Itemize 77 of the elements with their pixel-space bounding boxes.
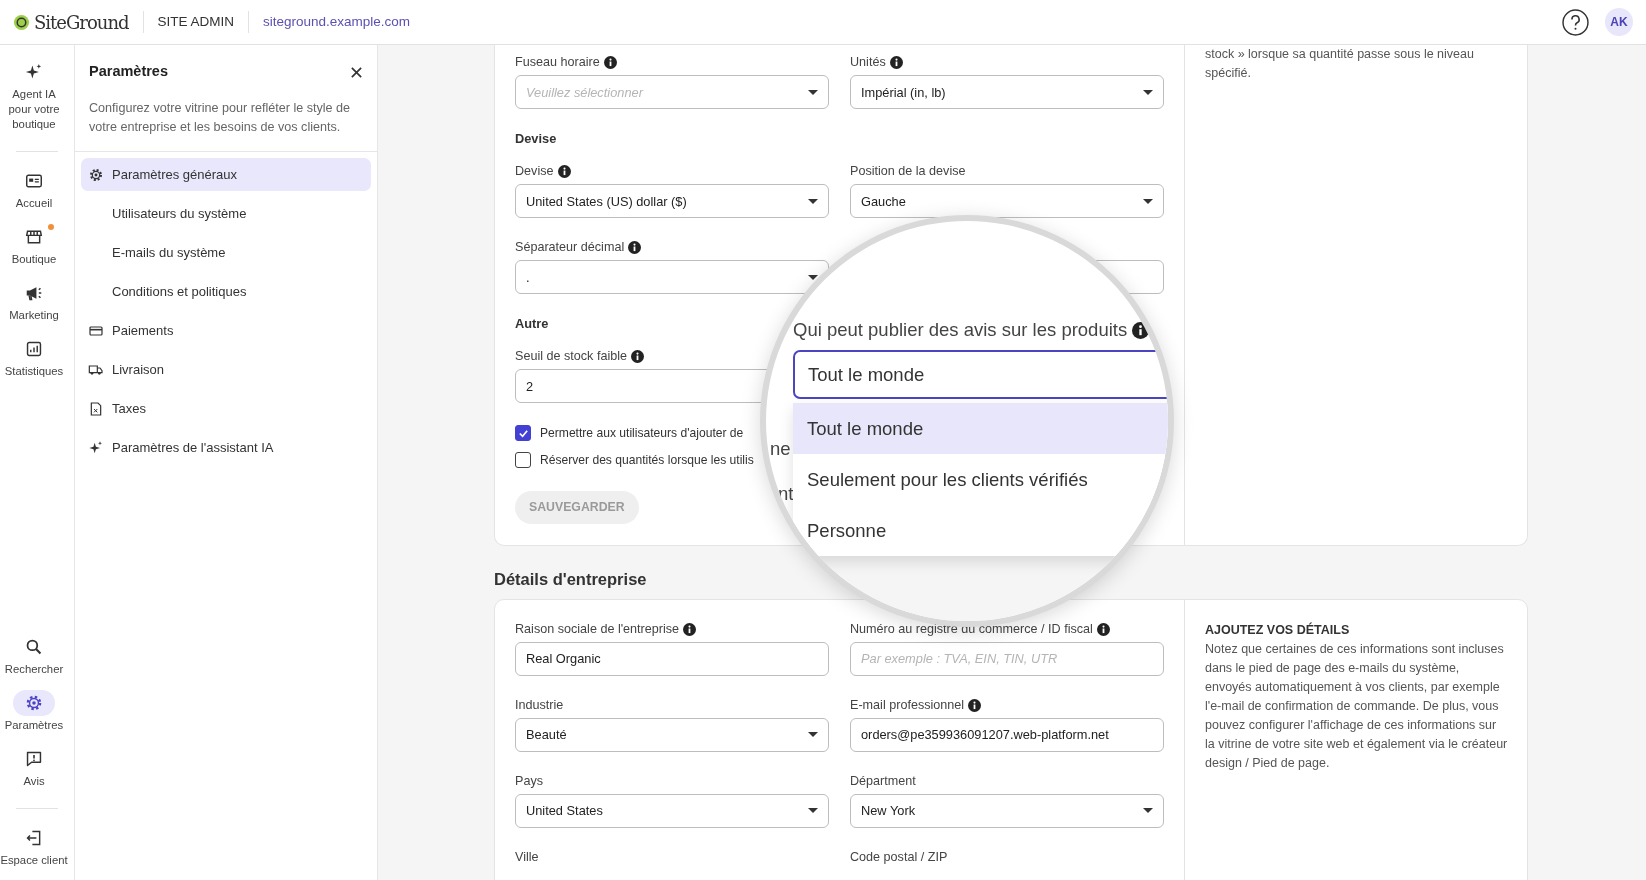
help-text: Notez que certaines de ces informations sont incluses dans le pied de page des e-mails du système, envoyés automatiquement à vos clients, par exemple l'e-mail de confirmation de commande. De plus, vous pouvez configurer l'affichage de ces informations sur la vitrine de votre site web et également via le créateur design / Pied de page. [1205, 640, 1509, 772]
dropdown-option[interactable]: Seulement pour les clients vérifiés [793, 454, 1168, 506]
site-link[interactable]: siteground.example.com [263, 12, 411, 33]
select-field[interactable]: New York [850, 793, 1164, 828]
caret-icon [808, 732, 818, 738]
help-button[interactable] [1562, 8, 1589, 36]
rail-item[interactable]: Boutique [0, 224, 68, 268]
input-field[interactable]: Par exemple : TVA, EIN, TIN, UTR [850, 641, 1164, 676]
section-title: SITE ADMIN [157, 13, 235, 31]
field-label: Seuil de stock faible [515, 348, 627, 366]
checkbox[interactable] [515, 452, 531, 469]
section-title: Détails d'entreprise [494, 568, 648, 590]
caret-icon [808, 89, 818, 95]
checkbox[interactable] [515, 425, 531, 442]
rail-item[interactable]: Statistiques [0, 336, 68, 380]
field-label: E-mail professionnel [850, 696, 965, 714]
settings-menu-item[interactable]: Paramètres de l'assistant IA [81, 431, 371, 464]
select-field[interactable]: Impérial (in, lb) [850, 75, 1164, 110]
rail-item[interactable]: Avis [0, 746, 68, 789]
settings-menu-item[interactable]: E-mails du système [81, 236, 371, 269]
section-heading: Autre [515, 315, 549, 333]
settings-menu-item[interactable]: Livraison [81, 353, 371, 386]
settings-menu-item[interactable]: Taxes [81, 392, 371, 425]
settings-menu-item[interactable]: Paiements [81, 314, 371, 347]
field-label: Ville [515, 848, 539, 866]
input-field[interactable]: Real Organic [515, 641, 829, 676]
field-label: Pays [515, 772, 543, 790]
settings-menu-item[interactable]: Paramètres généraux [81, 158, 371, 191]
caret-icon [808, 198, 818, 204]
caret-icon [1143, 808, 1153, 814]
rail-item[interactable]: Agent IA pour votre boutique [0, 59, 68, 133]
field-label: Séparateur décimal [515, 239, 625, 257]
rail-item[interactable]: Paramètres [0, 690, 68, 733]
panel-title: Paramètres [89, 62, 168, 82]
caret-icon [808, 274, 818, 280]
section-heading: Devise [515, 130, 557, 148]
field-label: Raison sociale de l'entreprise [515, 620, 680, 638]
field-label: Unités [850, 54, 886, 72]
rail-item[interactable]: Marketing [0, 280, 68, 324]
help-icon [1562, 8, 1589, 36]
panel-description: Configurez votre vitrine pour refléter le style de votre entreprise et les besoins de vos clients. [89, 100, 352, 136]
rail-item[interactable]: Espace client [0, 825, 68, 868]
user-avatar[interactable]: AK [1605, 8, 1633, 37]
logo-icon [13, 13, 30, 31]
caret-icon [808, 808, 818, 814]
checkbox-label: Réserver des quantités lorsque les utilis [540, 452, 754, 470]
select-field[interactable]: Gauche [850, 184, 1164, 219]
select-field[interactable]: Beauté [515, 717, 829, 752]
field-label: Industrie [515, 696, 564, 714]
rail-item[interactable]: Rechercher [0, 634, 68, 677]
settings-menu-item[interactable]: Conditions et politiques [81, 275, 371, 308]
field-label: Devise [515, 163, 554, 181]
settings-menu-item[interactable]: Utilisateurs du système [81, 197, 371, 230]
check-icon [517, 427, 529, 439]
field-label: Position de la devise [850, 163, 966, 181]
close-button[interactable] [350, 65, 363, 79]
dropdown-option[interactable]: Tout le monde [793, 403, 1168, 455]
field-label: Fuseau horaire [515, 54, 600, 72]
help-text: stock » lorsque sa quantité passe sous le niveau spécifié. [1205, 46, 1475, 83]
field-label: Code postal / ZIP [850, 848, 948, 866]
select-field[interactable]: . [515, 260, 829, 295]
text-fragment: ne [770, 437, 791, 462]
caret-icon [1143, 89, 1153, 95]
logo-text: SiteGround [34, 10, 129, 35]
select-field[interactable]: United States [515, 793, 829, 828]
select-field[interactable]: United States (US) dollar ($) [515, 184, 829, 219]
document-icon [88, 400, 104, 417]
checkbox-label: Permettre aux utilisateurs d'ajouter de [540, 425, 744, 443]
field-label: Départment [850, 772, 916, 790]
field-label: Qui peut publier des avis sur les produits [793, 318, 1128, 343]
select-field[interactable]: Tout le monde [793, 350, 1168, 400]
caret-icon [1143, 198, 1153, 204]
input-field[interactable]: orders@pe359936091207.web-platform.net [850, 717, 1164, 752]
help-title: AJOUTEZ VOS DÉTAILS [1205, 621, 1351, 639]
rail-item[interactable]: Accueil [0, 168, 68, 212]
settings-icon [88, 166, 104, 183]
close-icon [350, 65, 363, 79]
